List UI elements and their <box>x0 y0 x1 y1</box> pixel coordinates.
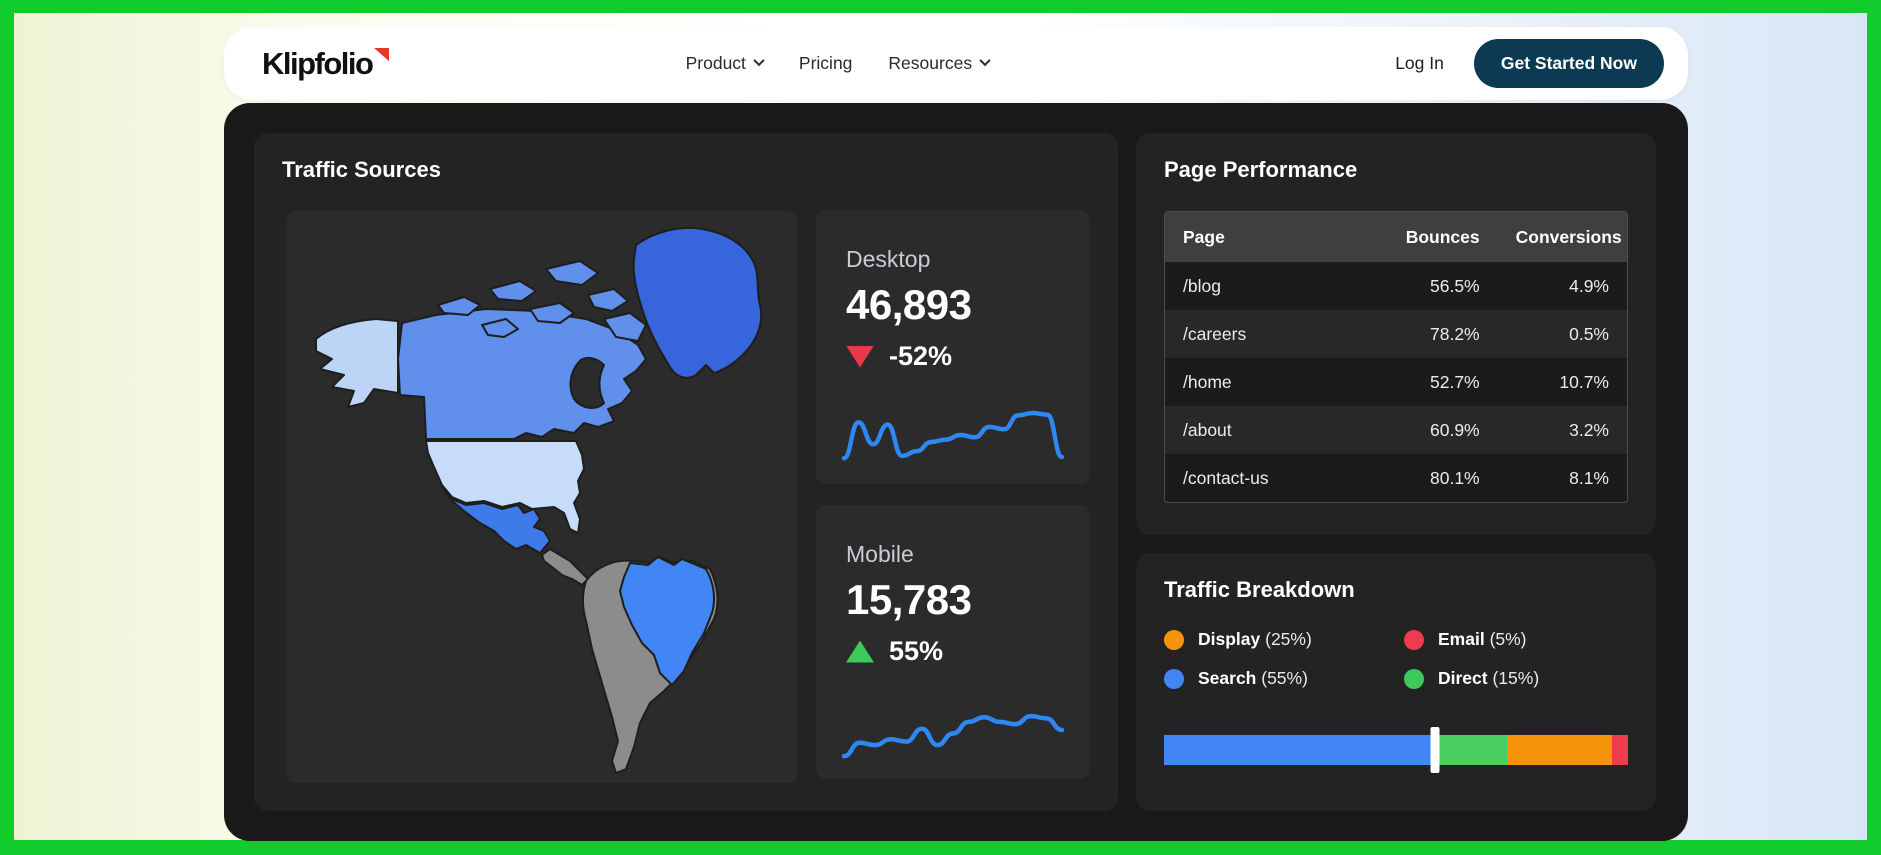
legend-text: Search (55%) <box>1198 668 1308 689</box>
legend-label: Search <box>1198 668 1257 688</box>
traffic-sources-panel: Traffic Sources Desktop 46,893 -52% Mobi… <box>254 133 1118 811</box>
topbar-right-group: Log In Get Started Now <box>1395 39 1664 88</box>
nav-item-label: Pricing <box>798 53 853 73</box>
trend-down-triangle-icon <box>846 345 874 368</box>
bar-segment-direct <box>1435 735 1508 765</box>
table-cell: /home <box>1183 371 1232 392</box>
desktop-sparkline-chart <box>841 410 1065 461</box>
table-row: /blog 56.5% 4.9% <box>1165 262 1627 310</box>
bar-segment-email <box>1612 735 1628 765</box>
klipfolio-landing-page: { "colors": { "frame_green": "#12cb2d", … <box>0 0 1881 855</box>
table-row: /about 60.9% 3.2% <box>1165 406 1627 454</box>
table-cell: 52.7% <box>1430 371 1480 392</box>
nav-item-resources[interactable]: Resources <box>888 53 991 74</box>
nav-item-product[interactable]: Product <box>685 53 765 74</box>
traffic-sources-title: Traffic Sources <box>282 157 441 182</box>
table-cell: /about <box>1183 419 1232 440</box>
legend-label: Email <box>1438 629 1485 649</box>
table-row: /contact-us 80.1% 8.1% <box>1165 454 1627 502</box>
legend-percent: (55%) <box>1256 668 1308 688</box>
chevron-down-icon <box>753 54 765 67</box>
table-cell: 4.9% <box>1569 275 1609 296</box>
get-started-button[interactable]: Get Started Now <box>1473 39 1664 88</box>
table-row: /careers 78.2% 0.5% <box>1165 310 1627 358</box>
americas-map-card <box>286 211 798 783</box>
logo-triangle-icon <box>373 47 390 62</box>
log-in-link[interactable]: Log In <box>1395 53 1444 74</box>
nav-item-label: Product <box>685 53 746 73</box>
legend-percent: (15%) <box>1487 668 1540 688</box>
table-cell: 56.5% <box>1430 275 1480 296</box>
legend-item-email: Email (5%) <box>1404 629 1539 650</box>
column-header-page: Page <box>1165 212 1369 262</box>
column-header-conversions: Conversions <box>1497 212 1627 262</box>
stat-label: Desktop <box>846 246 931 272</box>
legend-dot-icon <box>1164 668 1184 689</box>
nav-item-label: Resources <box>888 53 973 73</box>
legend-percent: (5%) <box>1484 629 1527 649</box>
legend-label: Direct <box>1438 668 1488 688</box>
table-cell: 10.7% <box>1559 371 1609 392</box>
bar-segment-search <box>1164 735 1436 765</box>
americas-map[interactable] <box>286 211 798 783</box>
chevron-down-icon <box>979 54 991 67</box>
klipfolio-logo[interactable]: Klipfolio <box>262 45 390 82</box>
table-cell: 0.5% <box>1569 323 1609 344</box>
stat-delta-value: 55% <box>889 636 944 666</box>
traffic-breakdown-title: Traffic Breakdown <box>1164 577 1355 602</box>
table-cell: 80.1% <box>1430 467 1480 488</box>
dashboard-hero: Traffic Sources Desktop 46,893 -52% Mobi… <box>224 103 1688 841</box>
legend-text: Direct (15%) <box>1438 668 1539 689</box>
legend-dot-icon <box>1404 668 1424 689</box>
legend-percent: (25%) <box>1260 629 1312 649</box>
bar-segment-display <box>1507 735 1613 765</box>
mobile-sparkline-chart <box>841 713 1065 759</box>
table-cell: 78.2% <box>1430 323 1480 344</box>
page-performance-table-body: /blog 56.5% 4.9% /careers 78.2% 0.5% /home 52.7… <box>1165 262 1627 502</box>
stacked-bar-marker-handle[interactable] <box>1430 727 1440 773</box>
table-cell: /contact-us <box>1183 467 1269 488</box>
stat-delta-value: -52% <box>889 341 953 371</box>
legend-item-direct: Direct (15%) <box>1404 668 1539 689</box>
page-performance-panel: Page Performance Page Bounces Conversion… <box>1136 133 1656 535</box>
legend-text: Display (25%) <box>1198 629 1312 650</box>
legend-dot-icon <box>1404 629 1424 650</box>
legend-item-search: Search (55%) <box>1164 668 1404 689</box>
nav-item-pricing[interactable]: Pricing <box>799 53 853 74</box>
legend-label: Display <box>1198 629 1261 649</box>
page-performance-table: Page Bounces Conversions /blog 56.5% 4.9% /… <box>1164 211 1628 503</box>
logo-text: Klipfolio <box>262 45 374 81</box>
stat-delta: -52% <box>846 341 1060 372</box>
table-cell: /careers <box>1183 323 1247 344</box>
desktop-stat-card: Desktop 46,893 -52% <box>816 210 1090 484</box>
table-cell: 60.9% <box>1430 419 1480 440</box>
stat-label: Mobile <box>846 541 914 567</box>
stat-value: 46,893 <box>846 281 972 328</box>
traffic-breakdown-panel: Traffic Breakdown Display (25%) Email (5%… <box>1136 553 1656 811</box>
top-navigation-bar: Klipfolio Product Pricing Resources Log … <box>224 27 1688 100</box>
trend-up-triangle-icon <box>846 640 874 663</box>
table-header-row: Page Bounces Conversions <box>1165 212 1627 262</box>
table-cell: 8.1% <box>1569 467 1609 488</box>
column-header-bounces: Bounces <box>1368 212 1498 262</box>
stat-delta: 55% <box>846 636 1060 667</box>
legend-item-display: Display (25%) <box>1164 629 1404 650</box>
stat-value: 15,783 <box>846 576 972 623</box>
traffic-breakdown-legend: Display (25%) Email (5%) Search (55%) Direc… <box>1164 629 1539 689</box>
mobile-stat-card: Mobile 15,783 55% <box>816 505 1090 779</box>
table-cell: 3.2% <box>1569 419 1609 440</box>
legend-text: Email (5%) <box>1438 629 1527 650</box>
page-background: Klipfolio Product Pricing Resources Log … <box>14 13 1867 841</box>
table-row: /home 52.7% 10.7% <box>1165 358 1627 406</box>
legend-dot-icon <box>1164 629 1184 650</box>
traffic-breakdown-stacked-bar <box>1164 727 1628 773</box>
page-performance-title: Page Performance <box>1164 157 1358 182</box>
table-cell: /blog <box>1183 275 1221 296</box>
main-nav: Product Pricing Resources <box>685 53 991 74</box>
